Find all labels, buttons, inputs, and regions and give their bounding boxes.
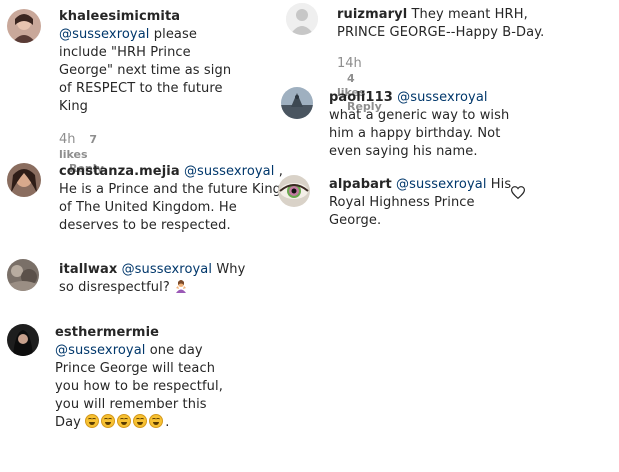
comment-line: PRINCE GEORGE--Happy B-Day. [337,25,545,40]
comment-text: itallwax @sussexroyal Why so disrespectf… [59,261,259,297]
comment-mention[interactable]: @sussexroyal [396,177,487,192]
comment-trailing: . [165,415,170,430]
comment-mention[interactable]: @sussexroyal [55,343,146,358]
comment-text: constanza.mejia @sussexroyal , He is a P… [59,163,289,235]
comment-text: esthermermie @sussexroyal one day Prince… [55,324,265,432]
comment-line: what a generic way to wish [329,108,510,123]
comment-line: George" next time as sign [59,63,232,78]
comment-line: so disrespectful? [59,280,170,295]
comment-line: , [278,164,283,179]
comment-line: him a happy birthday. Not [329,126,501,141]
comment-line: include "HRH Prince [59,45,191,60]
comment-username[interactable]: khaleesimicmita [59,9,180,24]
comment-line: please [153,27,197,42]
comment-line: George. [329,213,382,228]
comment-line: deserves to be respected. [59,218,231,233]
person-gesturing-icon [176,280,187,293]
grinning-squinting-face-icon [133,414,148,428]
comment-username[interactable]: constanza.mejia [59,164,180,179]
comment-mention[interactable]: @sussexroyal [122,262,213,277]
comment-line: Prince George will teach [55,361,216,376]
comment-time[interactable]: 4h [59,132,76,147]
comment-text: ruizmaryl They meant HRH, PRINCE GEORGE-… [337,6,597,42]
comment-line: you will remember this [55,397,207,412]
grinning-squinting-face-icon [149,414,164,428]
comment-text: paoli113 @sussexroyal what a generic way… [329,89,549,161]
comment-mention[interactable]: @sussexroyal [59,27,150,42]
grinning-squinting-face-icon [85,414,100,428]
comment-text: alpabart @sussexroyal His Royal Highness… [329,176,529,230]
comment-line: one day [149,343,203,358]
comment-line: His [490,177,512,192]
grinning-squinting-face-icon [101,414,116,428]
comment-line: even saying his name. [329,144,478,159]
comment-line: of RESPECT to the future [59,81,223,96]
comment-username[interactable]: alpabart [329,177,392,192]
avatar[interactable] [7,259,39,291]
comment-username[interactable]: itallwax [59,262,117,277]
avatar[interactable] [7,324,39,356]
comment-line: King [59,99,89,114]
comment-mention[interactable]: @sussexroyal [397,90,488,105]
avatar[interactable] [286,3,318,35]
comment-line: Why [216,262,246,277]
comment-username[interactable]: esthermermie [55,325,159,340]
comment-line: He is a Prince and the future King [59,182,282,197]
comment-text: khaleesimicmita @sussexroyal please incl… [59,8,259,116]
grinning-squinting-face-icon [117,414,132,428]
comment-username[interactable]: paoli113 [329,90,393,105]
avatar[interactable] [278,175,310,207]
comment-time[interactable]: 14h [337,56,362,71]
avatar[interactable] [7,9,41,43]
heart-icon[interactable] [510,184,526,200]
avatar[interactable] [281,87,313,119]
comment-line: Day [55,415,81,430]
comment-line: Royal Highness Prince [329,195,475,210]
comment-line: of The United Kingdom. He [59,200,237,215]
comment-mention[interactable]: @sussexroyal [184,164,275,179]
comment-username[interactable]: ruizmaryl [337,7,407,22]
comment-line: you how to be respectful, [55,379,223,394]
comment-line: They meant HRH, [411,7,528,22]
avatar[interactable] [7,163,41,197]
